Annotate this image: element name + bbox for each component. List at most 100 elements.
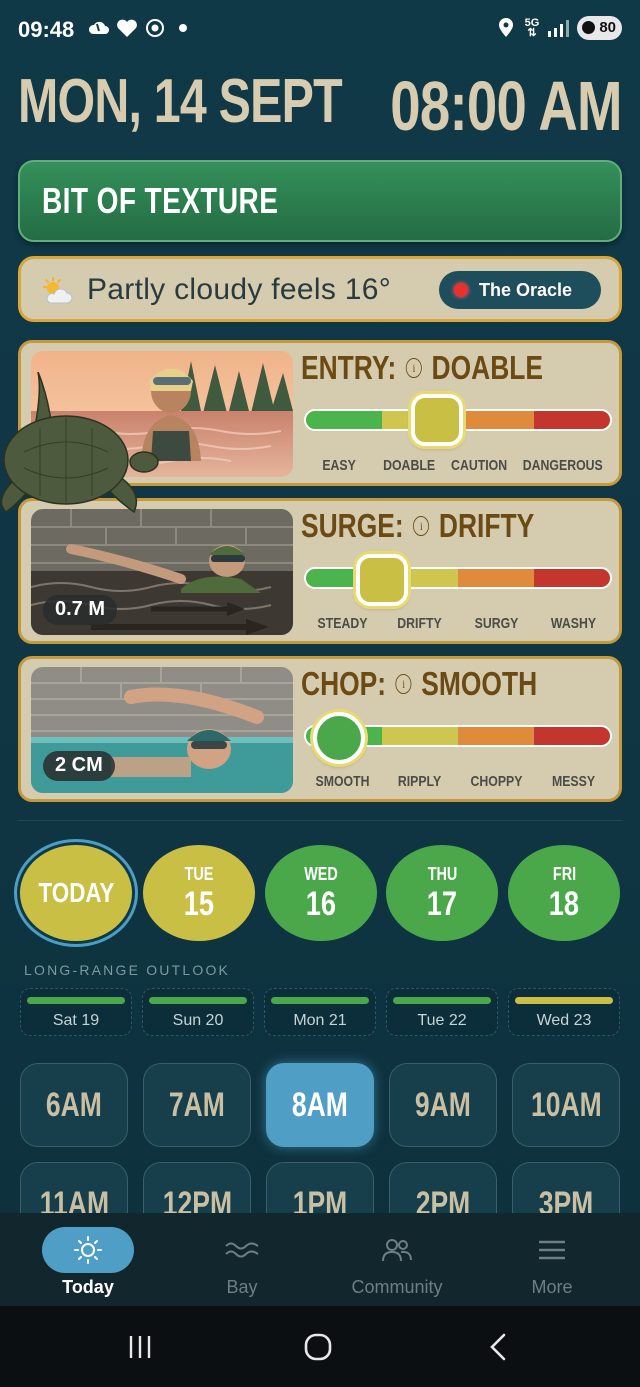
gauge-label: WASHY: [550, 615, 597, 632]
long-range-day: Sun 20: [172, 1012, 224, 1029]
gauge-label: SURGY: [474, 615, 519, 632]
long-range-item[interactable]: Tue 22: [386, 988, 498, 1036]
entry-gauge-labels: EASY DOABLE CAUTION DANGEROUS: [304, 457, 612, 474]
signal-icon: [547, 17, 570, 39]
live-dot-icon: [454, 283, 468, 297]
bottom-nav: Today Bay Community More: [0, 1213, 640, 1306]
waves-icon: [196, 1227, 288, 1273]
info-icon[interactable]: i: [413, 516, 430, 536]
info-icon[interactable]: i: [395, 674, 412, 694]
day-name: THU: [427, 863, 457, 884]
gauge-label: CAUTION: [451, 457, 508, 474]
nav-label: Community: [351, 1277, 443, 1297]
home-icon[interactable]: [298, 1332, 338, 1362]
people-icon: [351, 1227, 443, 1273]
gauge-seg-red: [534, 411, 610, 429]
heart-icon: [116, 17, 138, 39]
nav-more[interactable]: More: [472, 1213, 632, 1306]
entry-value: DOABLE: [431, 349, 544, 386]
dot-icon: [172, 17, 194, 39]
location-icon: [495, 17, 517, 39]
chop-title: CHOP: i SMOOTH: [301, 665, 537, 703]
chop-label: CHOP:: [301, 665, 387, 702]
hour-label: 6AM: [45, 1085, 102, 1124]
status-time: 09:48: [18, 17, 75, 42]
weather-text: Partly cloudy feels 16°: [87, 273, 392, 306]
nav-bay[interactable]: Bay: [162, 1213, 322, 1306]
network-icon: 5G ⇅: [525, 18, 540, 39]
system-nav-bar: [0, 1306, 640, 1387]
condition-label: BIT OF TEXTURE: [42, 180, 279, 221]
hour-label: 9AM: [414, 1085, 471, 1124]
gauge-label: CHOPPY: [470, 773, 523, 790]
hour-chip[interactable]: 7AM: [143, 1063, 251, 1147]
gauge-seg-orange: [458, 569, 534, 587]
day-chip-thu[interactable]: THU 17: [386, 845, 498, 941]
long-range-item[interactable]: Mon 21: [264, 988, 376, 1036]
long-range-day: Tue 22: [417, 1012, 467, 1029]
chop-gauge-thumb[interactable]: [313, 712, 365, 764]
sun-icon: [42, 1227, 134, 1273]
long-range-day: Mon 21: [293, 1012, 347, 1029]
gauge-label: DANGEROUS: [523, 457, 604, 474]
day-name: WED: [304, 863, 338, 884]
day-number: 18: [548, 884, 580, 923]
hour-chip[interactable]: 9AM: [389, 1063, 497, 1147]
gauge-seg-red: [534, 569, 610, 587]
nav-today[interactable]: Today: [8, 1213, 168, 1306]
day-number: 16: [305, 884, 337, 923]
condition-banner: BIT OF TEXTURE: [18, 160, 622, 242]
hour-label: 8AM: [291, 1085, 348, 1124]
surge-title: SURGE: i DRIFTY: [301, 507, 534, 545]
hour-label: 7AM: [168, 1085, 225, 1124]
outlook-bar: [393, 997, 491, 1004]
cloud-icon: [88, 17, 110, 39]
chop-value: SMOOTH: [421, 665, 538, 702]
date-title: MON, 14 SEPT: [18, 67, 343, 136]
hour-label: 10AM: [530, 1085, 602, 1124]
updown-icon: ⇅: [527, 27, 537, 39]
long-range-label: LONG-RANGE OUTLOOK: [24, 962, 231, 978]
gauge-label: DRIFTY: [397, 615, 442, 632]
nav-community[interactable]: Community: [317, 1213, 477, 1306]
oracle-label: The Oracle: [479, 279, 573, 300]
day-chip-fri[interactable]: FRI 18: [508, 845, 620, 941]
entry-label: ENTRY:: [301, 349, 397, 386]
info-icon[interactable]: i: [405, 358, 422, 378]
gauge-label: MESSY: [551, 773, 596, 790]
gauge-seg-red: [534, 727, 610, 745]
battery-icon: 80: [577, 16, 622, 40]
day-chip-tue[interactable]: TUE 15: [143, 845, 255, 941]
gauge-label: RIPPLY: [397, 773, 442, 790]
gauge-label: SMOOTH: [315, 773, 370, 790]
hour-chip-selected[interactable]: 8AM: [266, 1063, 374, 1147]
gauge-seg-orange: [458, 727, 534, 745]
partly-cloudy-icon: [41, 276, 73, 306]
day-number: 15: [183, 884, 215, 923]
long-range-item[interactable]: Wed 23: [508, 988, 620, 1036]
turtle-illustration: [0, 371, 164, 542]
day-chip-wed[interactable]: WED 16: [265, 845, 377, 941]
long-range-item[interactable]: Sat 19: [20, 988, 132, 1036]
back-icon[interactable]: [478, 1332, 518, 1362]
time-title: 08:00 AM: [390, 67, 623, 145]
chop-gauge-labels: SMOOTH RIPPLY CHOPPY MESSY: [304, 773, 612, 790]
day-number: 17: [426, 884, 458, 923]
surge-gauge-thumb[interactable]: [356, 554, 408, 606]
day-name: TUE: [184, 863, 214, 884]
surge-badge: 0.7 M: [43, 595, 118, 625]
surge-gauge: [304, 567, 612, 589]
hour-chip[interactable]: 6AM: [20, 1063, 128, 1147]
long-range-day: Wed 23: [536, 1012, 592, 1029]
chop-card[interactable]: 2 CM CHOP: i SMOOTH SMOOTH RIPPLY CHOPPY…: [18, 656, 622, 802]
outlook-bar: [271, 997, 369, 1004]
menu-icon: [506, 1227, 598, 1273]
oracle-button[interactable]: The Oracle: [439, 271, 601, 309]
hour-chip[interactable]: 10AM: [512, 1063, 620, 1147]
entry-gauge-thumb[interactable]: [411, 394, 463, 446]
recents-icon[interactable]: [120, 1332, 160, 1362]
long-range-item[interactable]: Sun 20: [142, 988, 254, 1036]
day-chip-today[interactable]: TODAY: [20, 845, 132, 941]
gauge-seg-yellow: [382, 727, 458, 745]
nav-label: Bay: [226, 1277, 258, 1297]
